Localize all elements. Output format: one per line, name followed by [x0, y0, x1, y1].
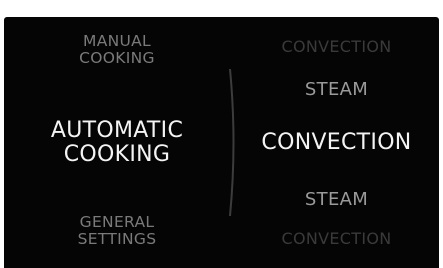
submenu-item-steam[interactable]: STEAM	[234, 81, 439, 99]
submenu-item-steam[interactable]: STEAM	[234, 191, 439, 209]
submenu-item-convection[interactable]: CONVECTION	[234, 231, 439, 247]
menu-item-label: COOKING	[79, 49, 155, 67]
submenu-item-convection-selected[interactable]: CONVECTION	[234, 132, 439, 154]
menu-item-label: MANUAL	[83, 32, 151, 50]
menu-item-label: GENERAL	[79, 213, 155, 231]
menu-item-general-settings[interactable]: GENERAL SETTINGS	[4, 214, 230, 248]
menu-item-manual-cooking[interactable]: MANUAL COOKING	[4, 33, 230, 67]
submenu-wheel[interactable]: CONVECTION STEAM CONVECTION STEAM CONVEC…	[234, 17, 439, 268]
submenu-item-convection[interactable]: CONVECTION	[234, 39, 439, 55]
oven-display-screen: MANUAL COOKING AUTOMATIC COOKING GENERAL…	[4, 17, 439, 268]
menu-item-label: AUTOMATIC	[50, 118, 184, 143]
menu-item-label: COOKING	[63, 142, 171, 167]
main-menu-column: MANUAL COOKING AUTOMATIC COOKING GENERAL…	[4, 17, 230, 268]
menu-item-automatic-cooking[interactable]: AUTOMATIC COOKING	[4, 119, 230, 167]
menu-item-label: SETTINGS	[77, 230, 157, 248]
